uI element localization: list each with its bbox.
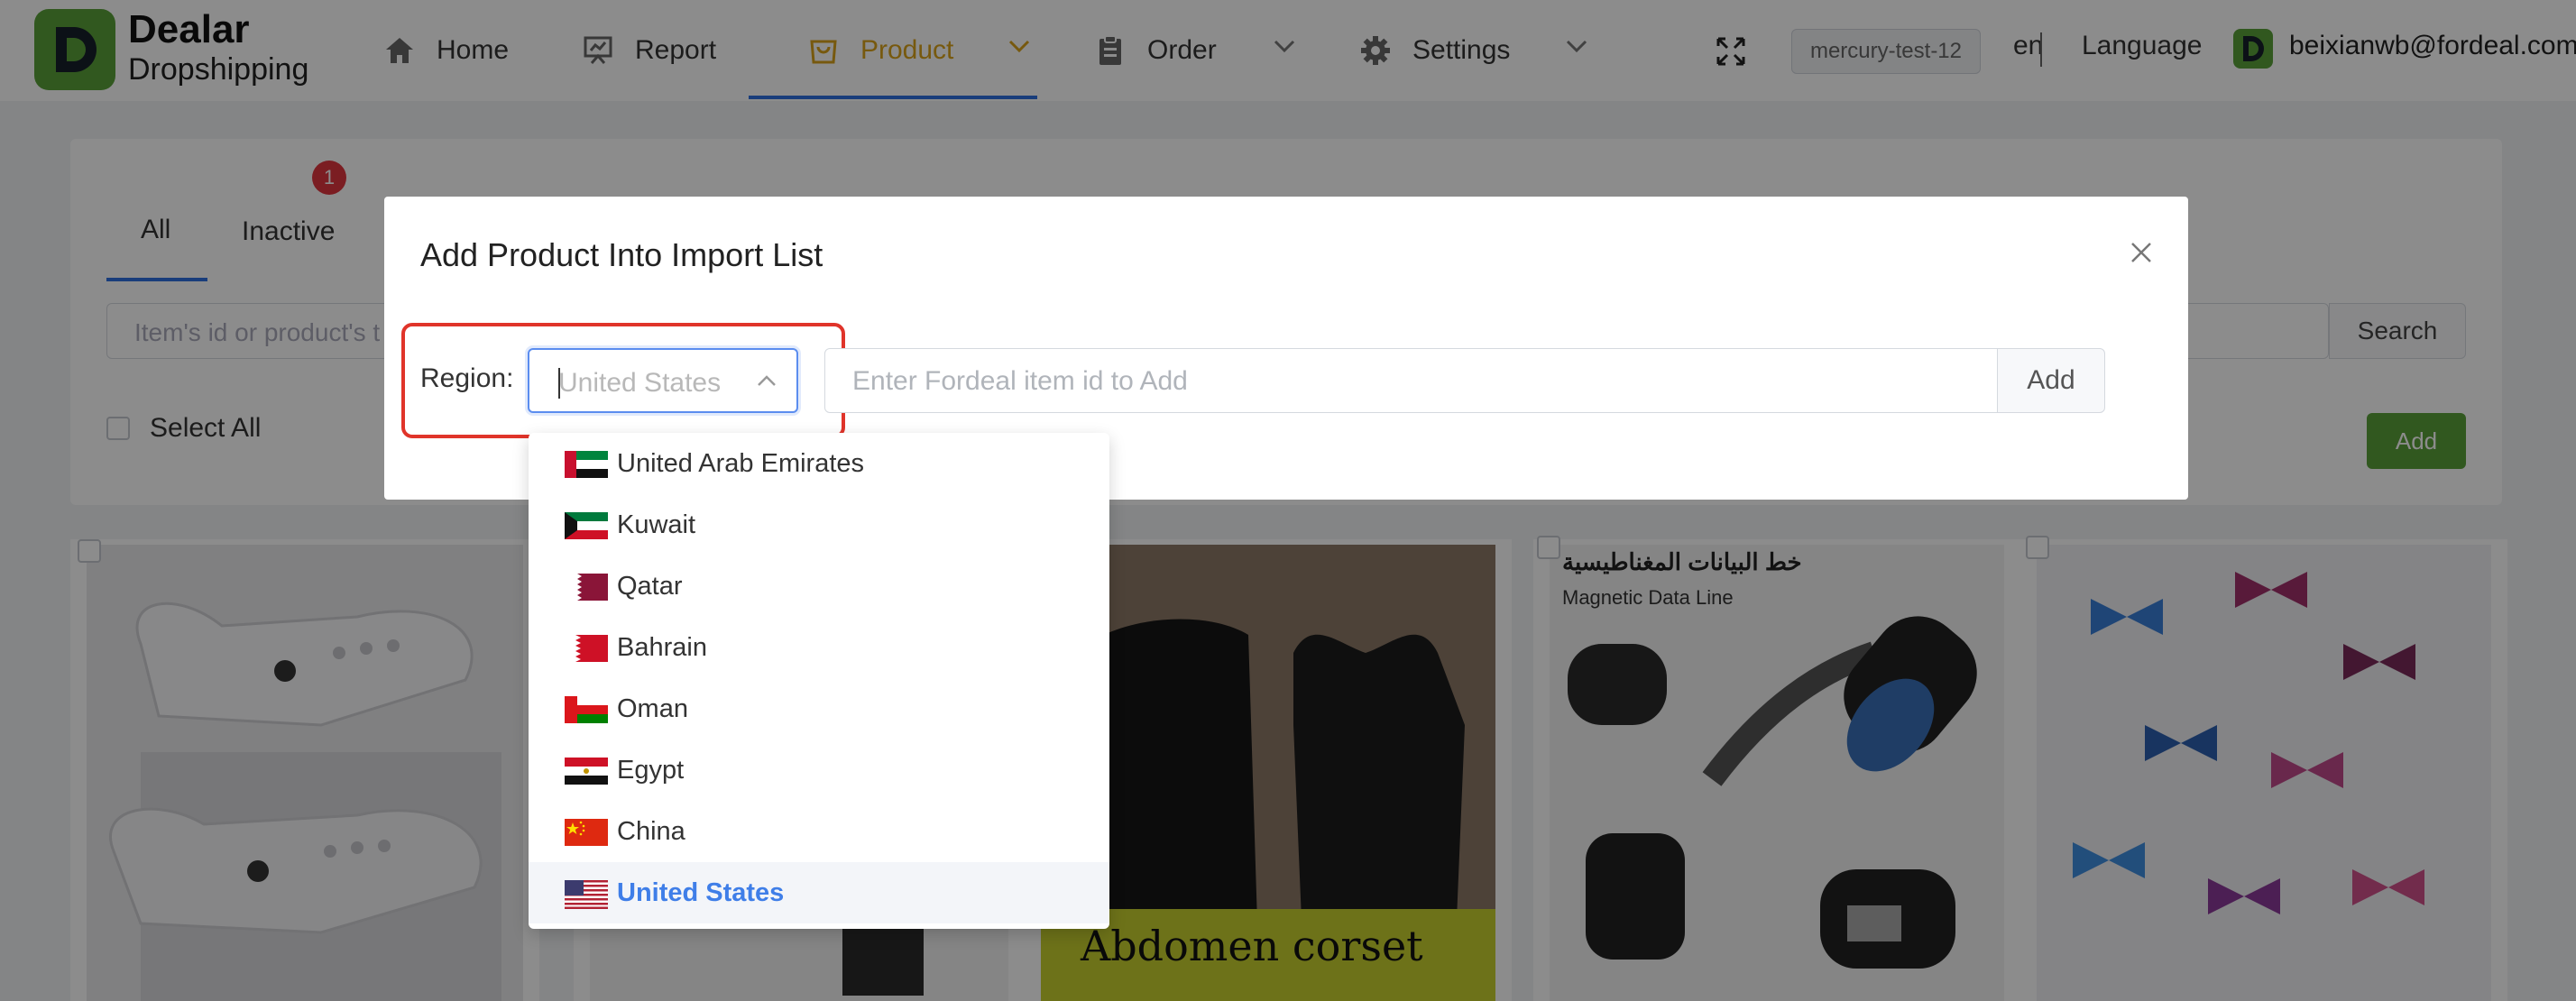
kuwait-flag-icon xyxy=(565,512,608,541)
chevron-up-icon xyxy=(758,375,776,386)
region-option-qatar[interactable]: Qatar xyxy=(529,556,1109,617)
qatar-flag-icon xyxy=(565,574,608,602)
region-option-oman[interactable]: Oman xyxy=(529,678,1109,739)
region-option-label: Kuwait xyxy=(617,510,696,539)
region-select[interactable]: United States xyxy=(528,348,798,413)
region-option-china[interactable]: China xyxy=(529,801,1109,862)
modal-overlay[interactable] xyxy=(0,0,2576,1001)
china-flag-icon xyxy=(565,819,608,848)
region-option-label: United Arab Emirates xyxy=(617,449,865,478)
region-select-value: United States xyxy=(558,368,722,398)
region-option-uae[interactable]: United Arab Emirates xyxy=(529,433,1109,494)
us-flag-icon xyxy=(565,880,608,909)
region-option-label: Oman xyxy=(617,694,688,723)
text-cursor xyxy=(558,368,560,399)
region-option-label: Bahrain xyxy=(617,633,707,662)
region-dropdown: United Arab Emirates Kuwait Qatar Bahrai… xyxy=(529,433,1109,929)
region-option-egypt[interactable]: Egypt xyxy=(529,739,1109,801)
region-option-united-states[interactable]: United States xyxy=(529,862,1109,923)
add-item-button[interactable]: Add xyxy=(1997,348,2105,413)
item-id-input[interactable]: Enter Fordeal item id to Add xyxy=(824,348,1999,413)
egypt-flag-icon xyxy=(565,758,608,786)
close-icon[interactable] xyxy=(2123,234,2159,271)
region-option-label: Egypt xyxy=(617,756,685,785)
dialog-title: Add Product Into Import List xyxy=(420,236,823,273)
region-option-label: United States xyxy=(617,878,785,907)
region-label: Region: xyxy=(420,363,514,393)
region-option-bahrain[interactable]: Bahrain xyxy=(529,617,1109,678)
bahrain-flag-icon xyxy=(565,635,608,664)
uae-flag-icon xyxy=(565,451,608,480)
oman-flag-icon xyxy=(565,696,608,725)
region-option-label: China xyxy=(617,817,685,846)
region-option-label: Qatar xyxy=(617,572,683,601)
region-option-kuwait[interactable]: Kuwait xyxy=(529,494,1109,556)
